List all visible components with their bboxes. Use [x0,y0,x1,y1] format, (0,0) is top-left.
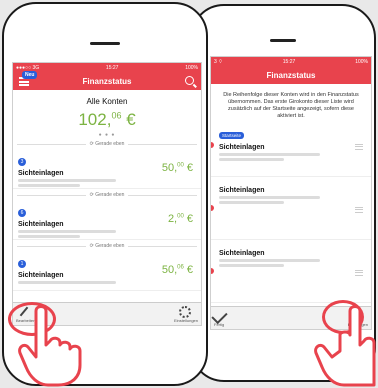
order-description: Die Reihenfolge dieser Konten wird in de… [223,92,359,119]
account-detail [219,195,320,199]
account-detail [219,200,284,204]
settings-label: Einstellungen [173,318,198,323]
page-title: Finanzstatus [266,70,316,80]
nav-bar: Finanzstatus [211,66,371,84]
account-number-badge: 3 [18,158,26,166]
account-name: Sichteinlagen [219,249,265,257]
refresh-status: ⟳ Gerade eben [13,192,201,198]
list-item[interactable]: Startseite Sichteinlagen [211,124,371,177]
account-detail [18,230,116,233]
gear-icon [179,306,191,318]
account-balance: 50,00 € [162,162,193,174]
account-detail [219,263,284,267]
done-button[interactable]: Fertig [211,307,251,329]
drag-handle-icon[interactable] [355,269,363,278]
balance-dec: 00 [177,162,184,169]
account-detail [18,179,116,182]
account-detail [18,281,116,284]
account-detail [219,258,320,262]
list-item[interactable]: 6 Sichteinlagen 2,00 € [13,201,201,240]
account-balance: 2,00 € [168,213,193,225]
account-name: Sichteinlagen [219,186,265,194]
currency-symbol: € [186,213,193,225]
delete-icon[interactable] [211,141,214,148]
carrier-label: 3 ⌔ [214,58,223,65]
currency-symbol: € [186,264,193,276]
menu-icon[interactable]: Neu [19,71,38,86]
settings-button[interactable]: Einstellungen [151,303,201,325]
refresh-label: Gerade eben [95,243,125,249]
done-label: Fertig [214,322,225,327]
time-label: 15:27 [282,58,296,65]
list-item[interactable]: Sichteinlagen [211,187,371,240]
battery-label: 100% [185,64,198,71]
overview-screen: ●●●○○ 3G 15:27 100% Neu Finanzstatus All… [12,62,202,326]
currency-symbol: € [186,162,193,174]
search-icon[interactable] [185,76,194,85]
currency-symbol: € [126,110,136,129]
account-detail [219,157,284,161]
refresh-status: ⟳ Gerade eben [13,141,201,147]
account-detail [18,235,81,238]
delete-icon[interactable] [211,267,214,274]
status-bar: 3 ⌔ 15:27 100% [211,57,371,66]
total-dec: 06 [111,110,122,121]
battery-label: 100% [355,58,368,65]
list-item[interactable]: Sichteinlagen [211,250,371,303]
total-balance: 102,06 € [13,110,201,130]
account-detail [18,184,81,187]
account-detail [219,152,320,156]
all-accounts-heading: Alle Konten [86,97,128,106]
carrier-label: ●●●○○ 3G [16,64,40,71]
drag-handle-icon[interactable] [355,206,363,215]
pointing-hand-icon [18,305,82,387]
balance-int: 50, [161,162,178,174]
page-title: Finanzstatus [82,76,132,86]
account-number-badge: 6 [18,209,26,217]
new-badge: Neu [22,71,38,79]
startseite-badge: Startseite [219,131,245,139]
balance-int: 2, [167,213,178,225]
edit-screen: 3 ⌔ 15:27 100% Finanzstatus Die Reihenfo… [210,56,372,330]
account-number-badge: 1 [18,260,26,268]
page-indicator: ● ● ● [98,132,116,138]
pointing-hand-icon [314,305,376,387]
phone-speaker [270,39,296,42]
balance-dec: 06 [177,264,184,271]
refresh-label: Gerade eben [95,141,125,147]
nav-bar: Neu Finanzstatus [13,71,201,90]
total-int: 102, [78,110,112,129]
refresh-status: ⟳ Gerade eben [13,243,201,249]
phone-speaker [90,42,120,45]
time-label: 15:27 [105,64,119,71]
delete-icon[interactable] [211,204,214,211]
drag-handle-icon[interactable] [355,143,363,152]
status-bar: ●●●○○ 3G 15:27 100% [13,63,201,72]
account-name: Sichteinlagen [219,143,265,151]
refresh-label: Gerade eben [95,192,125,198]
balance-int: 50, [161,264,178,276]
list-item[interactable]: 3 Sichteinlagen 50,00 € [13,150,201,189]
account-balance: 50,06 € [162,264,193,276]
list-item[interactable]: 1 Sichteinlagen 50,06 € [13,252,201,291]
balance-dec: 00 [177,213,184,220]
